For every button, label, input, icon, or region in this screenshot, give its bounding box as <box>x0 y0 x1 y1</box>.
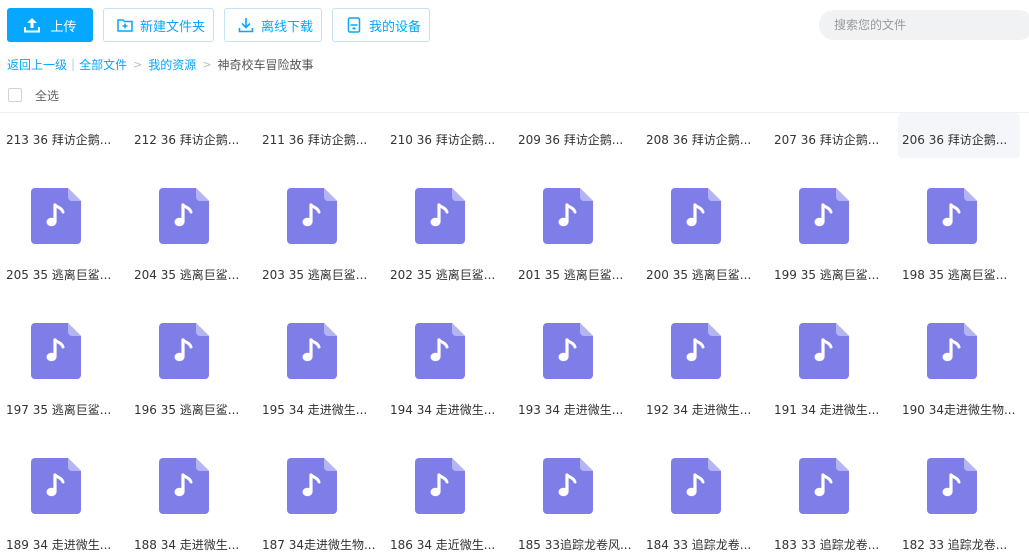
audio-file-icon[interactable] <box>543 188 593 244</box>
file-name[interactable]: 211 36 拜访企鹅... <box>262 131 376 148</box>
audio-file-icon[interactable] <box>31 323 81 379</box>
audio-file-icon[interactable] <box>927 188 977 244</box>
file-item[interactable]: 196 35 逃离巨鲨... <box>130 315 252 429</box>
file-item[interactable]: 203 35 逃离巨鲨... <box>258 180 380 294</box>
file-item[interactable]: 191 34 走进微生... <box>770 315 892 429</box>
file-item[interactable]: 182 33 追踪龙卷... <box>898 450 1020 555</box>
audio-file-icon[interactable] <box>287 323 337 379</box>
audio-file-icon[interactable] <box>671 458 721 514</box>
file-name[interactable]: 190 34走进微生物... <box>902 401 1016 418</box>
file-name[interactable]: 195 34 走进微生... <box>262 401 376 418</box>
file-item[interactable]: 195 34 走进微生... <box>258 315 380 429</box>
file-item[interactable]: 208 36 拜访企鹅... <box>642 113 764 158</box>
file-name[interactable]: 183 33 追踪龙卷... <box>774 536 888 553</box>
audio-file-icon[interactable] <box>927 323 977 379</box>
audio-file-icon[interactable] <box>159 323 209 379</box>
file-item[interactable]: 198 35 逃离巨鲨... <box>898 180 1020 294</box>
audio-file-icon[interactable] <box>287 458 337 514</box>
file-item[interactable]: 199 35 逃离巨鲨... <box>770 180 892 294</box>
audio-file-icon[interactable] <box>287 188 337 244</box>
file-name[interactable]: 198 35 逃离巨鲨... <box>902 266 1016 283</box>
file-item[interactable]: 189 34 走进微生... <box>2 450 124 555</box>
audio-file-icon[interactable] <box>159 188 209 244</box>
file-item[interactable]: 201 35 逃离巨鲨... <box>514 180 636 294</box>
file-name[interactable]: 212 36 拜访企鹅... <box>134 131 248 148</box>
audio-file-icon[interactable] <box>671 188 721 244</box>
file-item[interactable]: 200 35 逃离巨鲨... <box>642 180 764 294</box>
file-item[interactable]: 209 36 拜访企鹅... <box>514 113 636 158</box>
audio-file-icon[interactable] <box>799 458 849 514</box>
file-name[interactable]: 206 36 拜访企鹅... <box>902 131 1016 148</box>
file-name[interactable]: 194 34 走进微生... <box>390 401 504 418</box>
file-item[interactable]: 184 33 追踪龙卷... <box>642 450 764 555</box>
file-item[interactable]: 192 34 走进微生... <box>642 315 764 429</box>
file-name[interactable]: 209 36 拜访企鹅... <box>518 131 632 148</box>
file-name[interactable]: 207 36 拜访企鹅... <box>774 131 888 148</box>
file-name[interactable]: 202 35 逃离巨鲨... <box>390 266 504 283</box>
file-item[interactable]: 207 36 拜访企鹅... <box>770 113 892 158</box>
file-name[interactable]: 184 33 追踪龙卷... <box>646 536 760 553</box>
audio-file-icon[interactable] <box>415 458 465 514</box>
file-name[interactable]: 201 35 逃离巨鲨... <box>518 266 632 283</box>
file-item[interactable]: 213 36 拜访企鹅... <box>2 113 124 158</box>
file-name[interactable]: 197 35 逃离巨鲨... <box>6 401 120 418</box>
audio-file-icon[interactable] <box>671 323 721 379</box>
audio-file-icon[interactable] <box>927 458 977 514</box>
file-name[interactable]: 213 36 拜访企鹅... <box>6 131 120 148</box>
audio-file-icon[interactable] <box>415 188 465 244</box>
file-name[interactable]: 210 36 拜访企鹅... <box>390 131 504 148</box>
file-name[interactable]: 204 35 逃离巨鲨... <box>134 266 248 283</box>
file-name[interactable]: 205 35 逃离巨鲨... <box>6 266 120 283</box>
file-name[interactable]: 185 33追踪龙卷风... <box>518 536 632 553</box>
file-name[interactable]: 191 34 走进微生... <box>774 401 888 418</box>
file-item[interactable]: 204 35 逃离巨鲨... <box>130 180 252 294</box>
audio-file-icon[interactable] <box>799 323 849 379</box>
audio-file-icon[interactable] <box>31 458 81 514</box>
file-item[interactable]: 212 36 拜访企鹅... <box>130 113 252 158</box>
file-name[interactable]: 200 35 逃离巨鲨... <box>646 266 760 283</box>
audio-file-icon[interactable] <box>415 323 465 379</box>
file-name[interactable]: 203 35 逃离巨鲨... <box>262 266 376 283</box>
file-name[interactable]: 187 34走进微生物... <box>262 536 376 553</box>
file-item[interactable]: 205 35 逃离巨鲨... <box>2 180 124 294</box>
file-name[interactable]: 182 33 追踪龙卷... <box>902 536 1016 553</box>
file-name[interactable]: 186 34 走近微生... <box>390 536 504 553</box>
file-item[interactable]: 190 34走进微生物... <box>898 315 1020 429</box>
file-name[interactable]: 192 34 走进微生... <box>646 401 760 418</box>
file-item[interactable]: 187 34走进微生物... <box>258 450 380 555</box>
file-item[interactable]: 206 36 拜访企鹅... <box>898 113 1020 158</box>
audio-file-icon[interactable] <box>543 323 593 379</box>
audio-file-icon[interactable] <box>799 188 849 244</box>
file-item[interactable]: 210 36 拜访企鹅... <box>386 113 508 158</box>
file-item[interactable]: 197 35 逃离巨鲨... <box>2 315 124 429</box>
audio-file-icon[interactable] <box>31 188 81 244</box>
file-grid: 213 36 拜访企鹅... 212 36 拜访企鹅... 211 36 拜访企鹅.… <box>0 0 1029 555</box>
file-item[interactable]: 186 34 走近微生... <box>386 450 508 555</box>
file-item[interactable]: 193 34 走进微生... <box>514 315 636 429</box>
file-item[interactable]: 183 33 追踪龙卷... <box>770 450 892 555</box>
file-name[interactable]: 193 34 走进微生... <box>518 401 632 418</box>
file-item[interactable]: 194 34 走进微生... <box>386 315 508 429</box>
file-name[interactable]: 199 35 逃离巨鲨... <box>774 266 888 283</box>
file-name[interactable]: 196 35 逃离巨鲨... <box>134 401 248 418</box>
file-name[interactable]: 188 34 走进微生... <box>134 536 248 553</box>
audio-file-icon[interactable] <box>159 458 209 514</box>
file-item[interactable]: 202 35 逃离巨鲨... <box>386 180 508 294</box>
file-item[interactable]: 211 36 拜访企鹅... <box>258 113 380 158</box>
file-item[interactable]: 188 34 走进微生... <box>130 450 252 555</box>
file-name[interactable]: 189 34 走进微生... <box>6 536 120 553</box>
file-item[interactable]: 185 33追踪龙卷风... <box>514 450 636 555</box>
file-name[interactable]: 208 36 拜访企鹅... <box>646 131 760 148</box>
audio-file-icon[interactable] <box>543 458 593 514</box>
